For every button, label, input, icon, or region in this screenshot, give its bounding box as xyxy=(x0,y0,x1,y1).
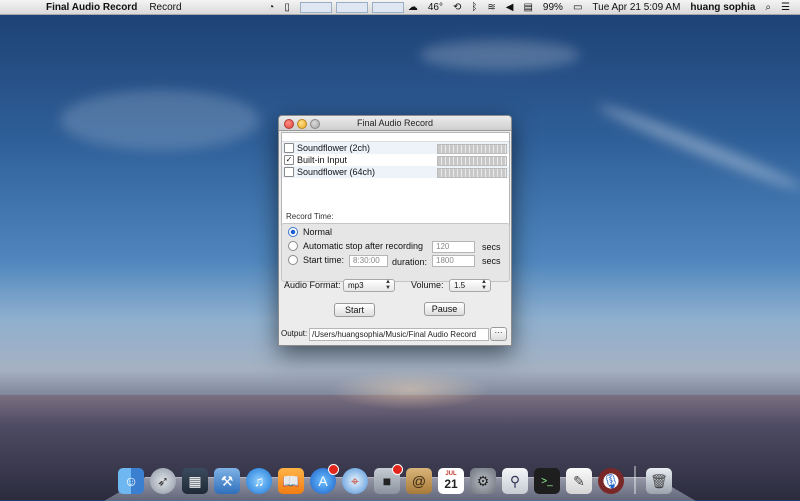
window-titlebar[interactable]: Final Audio Record xyxy=(279,116,511,131)
desktop-space-2[interactable] xyxy=(335,1,368,13)
weather-icon[interactable]: ☁ xyxy=(408,2,418,13)
trash-icon[interactable]: 🗑 xyxy=(646,468,672,494)
volume-value: 1.5 xyxy=(454,281,466,290)
level-meter xyxy=(437,168,507,178)
duration-field[interactable]: 1800 xyxy=(432,255,475,267)
wifi-icon[interactable]: ≋ xyxy=(487,2,495,13)
select-arrows-icon: ▲ ▼ xyxy=(385,279,391,291)
time-machine-icon[interactable]: ⟲ xyxy=(453,2,461,13)
app-menu[interactable]: Final Audio Record xyxy=(46,2,137,13)
finder-icon[interactable]: ☺ xyxy=(118,468,144,494)
menu-record[interactable]: Record xyxy=(149,2,181,13)
dock-separator xyxy=(634,466,636,494)
facetime-icon[interactable]: ■ xyxy=(374,464,403,494)
final-audio-record-icon[interactable]: 🎙 xyxy=(598,468,624,494)
desktop-space-3[interactable] xyxy=(371,1,404,13)
select-arrows-icon: ▲ ▼ xyxy=(481,279,487,291)
duration-label: duration: xyxy=(392,257,428,267)
audio-format-value: mp3 xyxy=(348,281,364,290)
zoom-button[interactable] xyxy=(310,119,320,129)
radio-normal[interactable]: Normal xyxy=(288,226,332,238)
device-checkbox[interactable] xyxy=(284,143,294,153)
xcode-icon[interactable]: ⚒ xyxy=(214,468,240,494)
safari-icon[interactable]: ⌖ xyxy=(342,468,368,494)
device-checkbox[interactable] xyxy=(284,167,294,177)
system-preferences-icon[interactable]: ⚙ xyxy=(470,468,496,494)
audio-format-select[interactable]: mp3 ▲ ▼ xyxy=(343,279,395,292)
battery-percent[interactable]: 99% xyxy=(543,2,563,13)
duration-unit: secs xyxy=(482,256,501,266)
auto-stop-unit: secs xyxy=(482,242,501,252)
device-row[interactable]: Soundflower (2ch) xyxy=(282,142,509,154)
spotlight-icon[interactable]: ⌕ xyxy=(765,2,771,13)
start-button[interactable]: Start xyxy=(334,303,375,317)
volume-icon[interactable]: ◀ xyxy=(506,2,514,13)
textedit-icon[interactable]: ✎ xyxy=(566,468,592,494)
notification-center-icon[interactable]: ☰ xyxy=(781,2,790,13)
record-time-box: Normal Automatic stop after recording 12… xyxy=(281,223,510,282)
itunes-icon[interactable]: ♫ xyxy=(246,468,272,494)
desktop-space-1[interactable] xyxy=(299,1,332,13)
level-meter xyxy=(437,144,507,154)
record-time-label: Record Time: xyxy=(286,212,334,221)
clock-status-icon[interactable]: ◔ xyxy=(268,2,274,13)
auto-stop-field[interactable]: 120 xyxy=(432,241,475,253)
browse-button[interactable]: ··· xyxy=(490,327,507,341)
network-utility-icon[interactable]: ⚲ xyxy=(502,468,528,494)
wallpaper-sunset-glow xyxy=(330,370,490,410)
clock[interactable]: Tue Apr 21 5:09 AM xyxy=(592,2,680,13)
notification-badge xyxy=(392,464,403,475)
device-row[interactable]: Soundflower (64ch) xyxy=(282,166,509,178)
level-meter xyxy=(437,156,507,166)
notification-badge xyxy=(328,464,339,475)
wallpaper-cloud xyxy=(595,99,800,195)
device-list-header xyxy=(282,133,509,142)
dock: ☺ ➶ ▦ ⚒ ♫ 📖 A ⌖ ■ @ JUL 21 ⚙ ⚲ >_ ✎ 🎙 🗑 xyxy=(118,458,688,494)
radio-start-time-button[interactable] xyxy=(288,255,298,265)
calendar-day: 21 xyxy=(444,477,458,491)
menu-bar: Final Audio Record Record ◔ ▯ ☁ 46° ⟲ ᛒ … xyxy=(0,0,800,15)
radio-start-time-label: Start time: xyxy=(303,255,345,265)
status-area: ◔ ▯ ☁ 46° ⟲ ᛒ ≋ ◀ ▤ 99% ▭ Tue Apr 21 5:0… xyxy=(268,0,800,14)
device-name: Built-in Input xyxy=(297,155,348,165)
audio-format-label: Audio Format: xyxy=(284,280,341,290)
user-menu[interactable]: huang sophia xyxy=(690,2,755,13)
bluetooth-icon[interactable]: ᛒ xyxy=(471,2,477,13)
ibooks-icon[interactable]: 📖 xyxy=(278,468,304,494)
radio-normal-label: Normal xyxy=(303,227,333,237)
terminal-icon[interactable]: >_ xyxy=(534,468,560,494)
wallpaper-cloud xyxy=(60,90,260,150)
output-label: Output: xyxy=(281,329,308,338)
window-title: Final Audio Record xyxy=(356,118,434,128)
wallpaper-cloud xyxy=(420,40,580,70)
device-name: Soundflower (64ch) xyxy=(297,167,376,177)
close-button[interactable] xyxy=(284,119,294,129)
launchpad-icon[interactable]: ➶ xyxy=(150,468,176,494)
info-status-icon[interactable]: ▯ xyxy=(284,2,290,13)
radio-auto-stop[interactable]: Automatic stop after recording xyxy=(288,240,423,252)
radio-start-time[interactable]: Start time: xyxy=(288,254,344,266)
start-time-field[interactable]: 8:30:00 xyxy=(349,255,388,267)
volume-select[interactable]: 1.5 ▲ ▼ xyxy=(449,279,491,292)
device-name: Soundflower (2ch) xyxy=(297,143,371,153)
calendar-icon[interactable]: JUL 21 xyxy=(438,468,464,494)
radio-normal-button[interactable] xyxy=(288,227,298,237)
app-window: Final Audio Record Soundflower (2ch) ✓ B… xyxy=(278,115,512,346)
volume-label: Volume: xyxy=(411,280,444,290)
minimize-button[interactable] xyxy=(297,119,307,129)
temperature[interactable]: 46° xyxy=(428,2,443,13)
output-path-field[interactable]: /Users/huangsophia/Music/Final Audio Rec… xyxy=(309,328,489,341)
device-checkbox-checked[interactable]: ✓ xyxy=(284,155,294,165)
battery-icon[interactable]: ▭ xyxy=(573,2,582,13)
mission-control-icon[interactable]: ▦ xyxy=(182,468,208,494)
radio-auto-stop-label: Automatic stop after recording xyxy=(303,241,424,251)
flag-icon[interactable]: ▤ xyxy=(523,2,532,13)
device-row[interactable]: ✓ Built-in Input xyxy=(282,154,509,166)
pause-button[interactable]: Pause xyxy=(424,302,465,316)
window-controls xyxy=(284,119,323,129)
app-store-icon[interactable]: A xyxy=(310,464,339,494)
radio-auto-stop-button[interactable] xyxy=(288,241,298,251)
contacts-icon[interactable]: @ xyxy=(406,468,432,494)
